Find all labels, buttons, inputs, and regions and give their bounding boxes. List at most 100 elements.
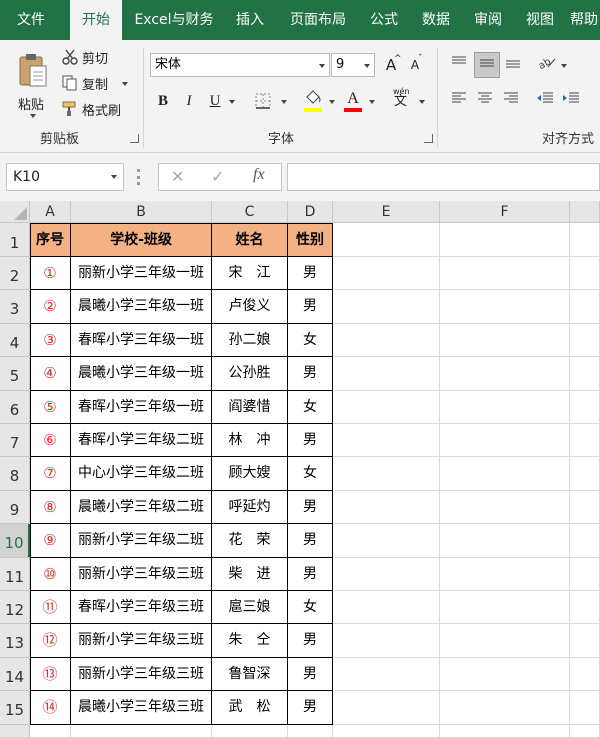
copy-button[interactable]: 复制 — [60, 72, 132, 94]
empty-cell[interactable] — [570, 724, 600, 737]
data-cell[interactable]: 男 — [288, 624, 333, 658]
empty-cell[interactable] — [570, 691, 600, 725]
index-cell[interactable]: ⑭ — [30, 691, 71, 725]
row-header-15[interactable]: 15 — [0, 691, 30, 725]
column-header-c[interactable]: C — [212, 201, 288, 223]
empty-cell[interactable] — [333, 490, 440, 525]
empty-cell[interactable] — [440, 557, 570, 591]
row-header-5[interactable]: 5 — [0, 357, 30, 391]
data-cell[interactable]: 男 — [288, 290, 333, 324]
empty-cell[interactable] — [440, 490, 570, 525]
empty-cell[interactable] — [570, 257, 600, 291]
empty-cell[interactable] — [440, 624, 570, 658]
index-cell[interactable]: ⑨ — [30, 524, 71, 558]
data-cell[interactable]: 丽新小学三年级三班 — [71, 657, 212, 692]
row-header-7[interactable]: 7 — [0, 424, 30, 458]
empty-cell[interactable] — [570, 490, 600, 525]
data-cell[interactable]: 丽新小学三年级二班 — [71, 524, 212, 558]
empty-cell[interactable] — [440, 290, 570, 324]
clipboard-launcher-icon[interactable] — [130, 134, 139, 143]
empty-cell[interactable] — [440, 223, 570, 257]
borders-dropdown-icon[interactable] — [281, 100, 287, 104]
fill-color-dropdown-icon[interactable] — [329, 100, 335, 104]
data-cell[interactable]: 男 — [288, 490, 333, 525]
data-cell[interactable]: 公孙胜 — [212, 357, 288, 391]
empty-cell[interactable] — [440, 724, 570, 737]
data-cell[interactable]: 中心小学三年级二班 — [71, 457, 212, 491]
empty-cell[interactable] — [440, 390, 570, 424]
empty-cell[interactable] — [440, 424, 570, 458]
data-cell[interactable]: 春晖小学三年级三班 — [71, 591, 212, 625]
tab-data[interactable]: 数据 — [414, 0, 458, 40]
data-cell[interactable]: 男 — [288, 424, 333, 458]
font-launcher-icon[interactable] — [424, 134, 433, 143]
data-cell[interactable]: 晨曦小学三年级一班 — [71, 290, 212, 324]
empty-cell[interactable] — [570, 424, 600, 458]
orientation-button[interactable]: ab — [536, 54, 558, 76]
empty-cell[interactable] — [570, 323, 600, 358]
data-cell[interactable]: 宋 江 — [212, 257, 288, 291]
font-name-combo[interactable]: 宋体 — [150, 53, 330, 77]
index-cell[interactable]: ⑪ — [30, 591, 71, 625]
align-right-button[interactable] — [500, 90, 522, 112]
phonetic-button[interactable]: wén 文 — [390, 87, 418, 110]
align-bottom-button[interactable] — [502, 54, 524, 76]
header-cell[interactable]: 序号 — [30, 223, 71, 257]
empty-cell[interactable] — [71, 724, 212, 737]
underline-dropdown-icon[interactable] — [229, 100, 235, 104]
column-header-e[interactable]: E — [333, 201, 440, 223]
empty-cell[interactable] — [30, 724, 71, 737]
data-cell[interactable]: 春晖小学三年级一班 — [71, 323, 212, 358]
empty-cell[interactable] — [333, 323, 440, 358]
index-cell[interactable]: ④ — [30, 357, 71, 391]
header-cell[interactable]: 性别 — [288, 223, 333, 257]
data-cell[interactable]: 孙二娘 — [212, 323, 288, 358]
empty-cell[interactable] — [333, 257, 440, 291]
empty-cell[interactable] — [570, 390, 600, 424]
index-cell[interactable]: ⑬ — [30, 657, 71, 692]
data-cell[interactable]: 林 冲 — [212, 424, 288, 458]
empty-cell[interactable] — [333, 557, 440, 591]
data-cell[interactable]: 阎婆惜 — [212, 390, 288, 424]
index-cell[interactable]: ⑦ — [30, 457, 71, 491]
name-box[interactable]: K10 — [6, 163, 124, 191]
empty-cell[interactable] — [333, 724, 440, 737]
grow-font-button[interactable]: A ^ — [380, 54, 402, 76]
empty-cell[interactable] — [570, 591, 600, 625]
data-cell[interactable]: 丽新小学三年级一班 — [71, 257, 212, 291]
cut-button[interactable]: 剪切 — [60, 46, 130, 68]
select-all-corner[interactable] — [0, 201, 30, 223]
row-header-10[interactable]: 10 — [0, 524, 30, 558]
empty-cell[interactable] — [570, 223, 600, 257]
empty-cell[interactable] — [288, 724, 333, 737]
data-cell[interactable]: 晨曦小学三年级二班 — [71, 490, 212, 525]
data-cell[interactable]: 女 — [288, 457, 333, 491]
data-cell[interactable]: 男 — [288, 524, 333, 558]
bold-button[interactable]: B — [152, 90, 174, 112]
data-cell[interactable]: 武 松 — [212, 691, 288, 725]
orientation-dropdown-icon[interactable] — [561, 64, 567, 68]
empty-cell[interactable] — [570, 357, 600, 391]
row-header-8[interactable]: 8 — [0, 457, 30, 491]
data-cell[interactable]: 男 — [288, 557, 333, 591]
index-cell[interactable]: ⑤ — [30, 390, 71, 424]
index-cell[interactable]: ⑫ — [30, 624, 71, 658]
data-cell[interactable]: 男 — [288, 657, 333, 692]
data-cell[interactable]: 丽新小学三年级三班 — [71, 557, 212, 591]
empty-cell[interactable] — [440, 591, 570, 625]
empty-cell[interactable] — [333, 657, 440, 692]
empty-cell[interactable] — [333, 424, 440, 458]
empty-cell[interactable] — [570, 524, 600, 558]
data-cell[interactable]: 女 — [288, 390, 333, 424]
empty-cell[interactable] — [212, 724, 288, 737]
empty-cell[interactable] — [440, 323, 570, 358]
cancel-icon[interactable]: ✕ — [171, 167, 184, 186]
tab-help[interactable]: 帮助 — [570, 0, 600, 40]
tab-excel-finance[interactable]: Excel与财务 — [130, 0, 218, 40]
row-header-13[interactable]: 13 — [0, 624, 30, 658]
empty-cell[interactable] — [570, 290, 600, 324]
tab-formulas[interactable]: 公式 — [362, 0, 406, 40]
insert-function-icon[interactable]: fx — [253, 166, 265, 184]
empty-cell[interactable] — [333, 390, 440, 424]
empty-cell[interactable] — [333, 357, 440, 391]
